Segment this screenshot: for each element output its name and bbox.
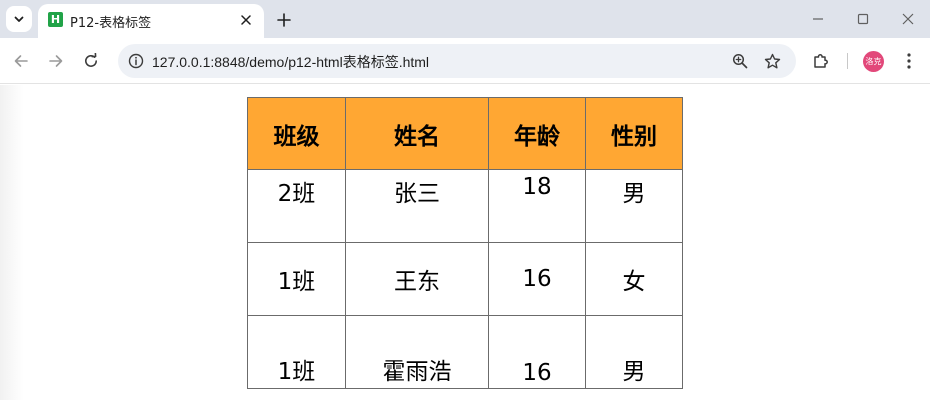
chevron-down-icon: [14, 16, 24, 22]
browser-toolbar: 127.0.0.1:8848/demo/p12-html表格标签.html 洛克: [0, 38, 930, 84]
table-cell: 16: [488, 242, 586, 316]
star-icon: [764, 53, 780, 68]
minimize-icon: [813, 18, 823, 20]
table-cell: 男: [585, 315, 683, 389]
table-cell: 18: [488, 169, 586, 243]
close-icon: [241, 15, 251, 25]
page-shadow: [0, 85, 24, 400]
zoom-button[interactable]: [730, 51, 750, 71]
maximize-button[interactable]: [843, 6, 883, 32]
toolbar-divider: [847, 53, 848, 69]
tab-active[interactable]: H P12-表格标签: [38, 4, 264, 38]
tab-search-button[interactable]: [6, 6, 32, 32]
table-row: 1班 霍雨浩 16 男: [247, 315, 683, 389]
info-icon: [128, 53, 144, 69]
table-row: 1班 王东 16 女: [247, 242, 683, 316]
header-name: 姓名: [345, 97, 489, 170]
table-cell: 1班: [247, 242, 346, 316]
table-header-row: 班级 姓名 年龄 性别: [247, 97, 683, 170]
site-info-icon[interactable]: [126, 51, 146, 71]
tab-strip: H P12-表格标签: [0, 0, 930, 38]
minimize-button[interactable]: [798, 6, 838, 32]
window-close-button[interactable]: [888, 6, 928, 32]
puzzle-icon: [814, 54, 828, 68]
reload-button[interactable]: [78, 48, 104, 74]
table-cell: 张三: [345, 169, 489, 243]
forward-button[interactable]: [43, 48, 69, 74]
address-bar[interactable]: 127.0.0.1:8848/demo/p12-html表格标签.html: [118, 44, 796, 78]
student-table: 班级 姓名 年龄 性别 2班 张三 18 男 1班 王东 16 女 1班 霍雨浩: [247, 97, 683, 389]
arrow-right-icon: [49, 55, 63, 67]
back-button[interactable]: [8, 48, 34, 74]
maximize-icon: [857, 13, 869, 25]
page-viewport: 班级 姓名 年龄 性别 2班 张三 18 男 1班 王东 16 女 1班 霍雨浩: [0, 85, 930, 400]
browser-menu-button[interactable]: [898, 49, 920, 73]
arrow-left-icon: [14, 55, 28, 67]
profile-avatar[interactable]: 洛克: [863, 51, 884, 72]
extensions-button[interactable]: [809, 49, 833, 73]
header-gender: 性别: [585, 97, 683, 170]
table-cell: 男: [585, 169, 683, 243]
url-text[interactable]: 127.0.0.1:8848/demo/p12-html表格标签.html: [152, 52, 429, 72]
tab-close-button[interactable]: [236, 10, 256, 30]
zoom-in-icon: [732, 53, 748, 69]
header-age: 年龄: [488, 97, 586, 170]
bookmark-button[interactable]: [762, 51, 782, 71]
table-cell: 16: [488, 315, 586, 389]
table-row: 2班 张三 18 男: [247, 169, 683, 243]
table-cell: 2班: [247, 169, 346, 243]
table-cell: 1班: [247, 315, 346, 389]
table-cell: 王东: [345, 242, 489, 316]
table-cell: 女: [585, 242, 683, 316]
plus-icon: [277, 13, 291, 27]
new-tab-button[interactable]: [272, 8, 296, 32]
more-vertical-icon: [907, 53, 911, 69]
header-class: 班级: [247, 97, 346, 170]
close-icon: [902, 13, 914, 25]
reload-icon: [85, 53, 97, 67]
hbuilder-icon: H: [48, 12, 63, 27]
table-cell: 霍雨浩: [345, 315, 489, 389]
tab-title: P12-表格标签: [70, 16, 152, 31]
